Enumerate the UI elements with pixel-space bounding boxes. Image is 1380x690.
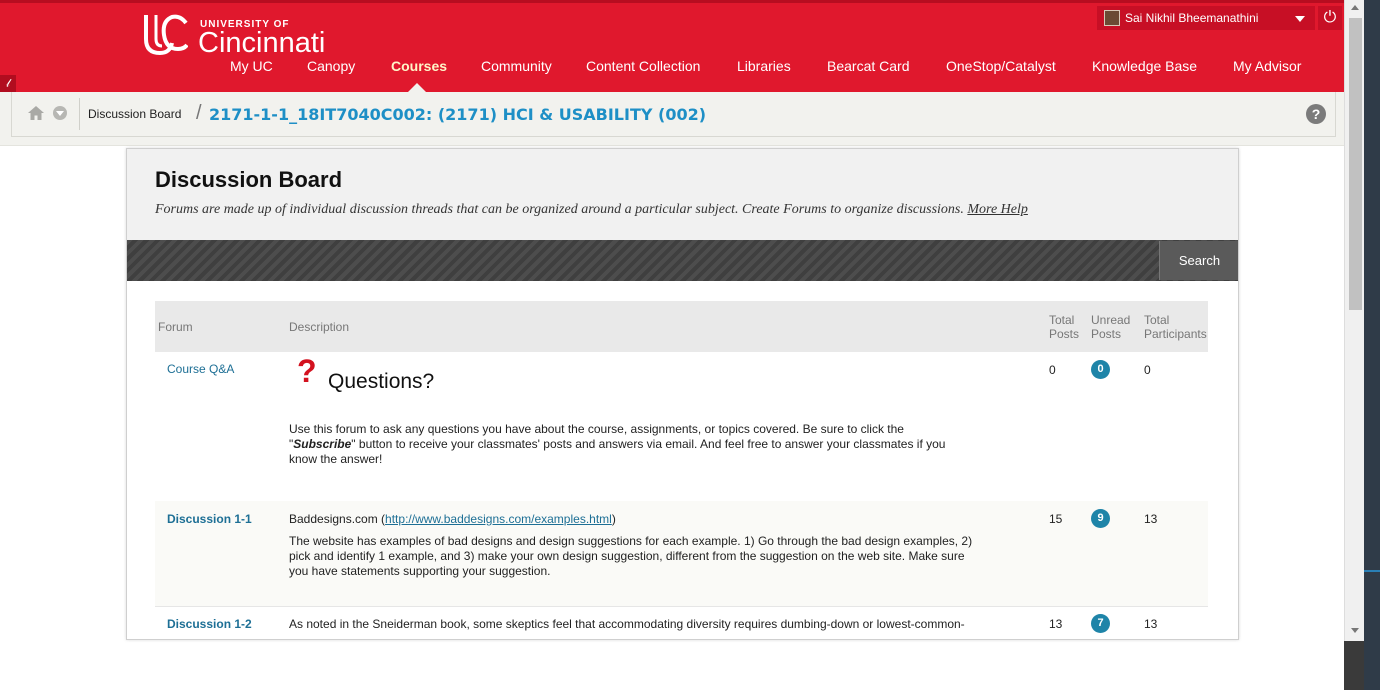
col-description: Description xyxy=(289,320,350,334)
table-row: Discussion 1-1 Baddesigns.com (http://ww… xyxy=(155,501,1208,607)
page-description-text: Forums are made up of individual discuss… xyxy=(155,202,964,217)
questions-heading: ? Questions? xyxy=(289,353,1039,410)
action-bar xyxy=(127,240,1238,281)
breadcrumb-course-title[interactable]: 2171-1-1_18IT7040C002: (2171) HCI & USAB… xyxy=(209,105,706,124)
total-posts: 0 xyxy=(1049,363,1056,377)
breadcrumb-separator: / xyxy=(196,102,202,124)
logo-cincinnati: Cincinnati xyxy=(198,27,326,59)
col-total-posts-line2[interactable]: Posts xyxy=(1049,327,1079,341)
nav-my-uc[interactable]: My UC xyxy=(230,58,273,74)
breadcrumb: Discussion Board / 2171-1-1_18IT7040C002… xyxy=(11,92,1336,137)
page-header: Discussion Board Forums are made up of i… xyxy=(127,149,1238,240)
scrollbar-thumb[interactable] xyxy=(1349,18,1362,310)
nav-community[interactable]: Community xyxy=(481,58,552,74)
description-line: pick and identify 1 example, and 3) make… xyxy=(289,549,965,563)
unread-posts-badge[interactable]: 9 xyxy=(1091,509,1110,528)
nav-bearcat-card[interactable]: Bearcat Card xyxy=(827,58,909,74)
total-participants: 13 xyxy=(1144,617,1158,631)
nav-libraries[interactable]: Libraries xyxy=(737,58,791,74)
chevron-down-icon[interactable] xyxy=(1295,16,1305,22)
breadcrumb-discussion-board[interactable]: Discussion Board xyxy=(88,107,181,121)
subscribe-emphasis: Subscribe xyxy=(293,437,352,451)
user-name: Sai Nikhil Bheemanathini xyxy=(1125,11,1259,25)
forum-description: As noted in the Sneiderman book, some sk… xyxy=(289,617,1039,632)
breadcrumb-bar: Discussion Board / 2171-1-1_18IT7040C002… xyxy=(0,92,1344,146)
desktop-edge xyxy=(1364,0,1380,690)
nav-knowledge-base[interactable]: Knowledge Base xyxy=(1092,58,1197,74)
description-fragment: ) xyxy=(611,512,616,526)
col-total-participants-line1[interactable]: Total xyxy=(1144,313,1169,327)
page-description: Forums are made up of individual discuss… xyxy=(155,202,1028,218)
user-menu[interactable]: Sai Nikhil Bheemanathini xyxy=(1097,6,1315,30)
breadcrumb-menu-chevron-icon[interactable] xyxy=(53,106,67,120)
total-posts: 15 xyxy=(1049,512,1063,526)
unread-posts-badge[interactable]: 7 xyxy=(1091,614,1110,633)
search-button[interactable]: Search xyxy=(1159,241,1238,280)
window-edge xyxy=(1344,641,1364,690)
description-fragment: Baddesigns.com ( xyxy=(289,512,386,526)
description-line: know the answer! xyxy=(289,452,383,466)
description-line: The website has examples of bad designs … xyxy=(289,534,973,548)
description-line: Baddesigns.com (http://www.baddesigns.co… xyxy=(289,512,1039,527)
link-pin-icon[interactable]: 𝓁 xyxy=(0,75,16,93)
baddesigns-link[interactable]: http://www.baddesigns.com/examples.html xyxy=(385,512,612,526)
help-icon[interactable]: ? xyxy=(1306,104,1326,124)
more-help-link[interactable]: More Help xyxy=(967,202,1028,217)
vertical-scrollbar[interactable] xyxy=(1344,0,1365,641)
nav-my-advisor[interactable]: My Advisor xyxy=(1233,58,1301,74)
table-row: Discussion 1-2 As noted in the Sneiderma… xyxy=(155,606,1208,639)
power-logout-icon[interactable]: ⏻ xyxy=(1318,6,1342,30)
table-row: Course Q&A ? Questions? Use this forum t… xyxy=(155,352,1208,502)
description-line: you have statements supporting your sugg… xyxy=(289,564,551,578)
total-participants: 13 xyxy=(1144,512,1158,526)
col-total-participants-line2[interactable]: Participants xyxy=(1144,327,1207,341)
uc-logo-mark-icon xyxy=(144,14,188,56)
description-line: Use this forum to ask any questions you … xyxy=(289,422,904,436)
question-mark-icon: ? xyxy=(297,353,317,389)
description-line: "Subscribe" button to receive your class… xyxy=(289,437,1039,452)
divider xyxy=(1364,570,1380,572)
col-forum[interactable]: Forum xyxy=(158,320,193,334)
forum-description: ? Questions? Use this forum to ask any q… xyxy=(289,353,1039,467)
avatar xyxy=(1104,10,1120,26)
university-logo[interactable]: UNIVERSITY OF Cincinnati xyxy=(142,11,342,61)
scroll-up-arrow-icon[interactable] xyxy=(1351,5,1359,10)
content-panel: Discussion Board Forums are made up of i… xyxy=(126,148,1239,640)
nav-courses[interactable]: Courses xyxy=(391,58,447,74)
unread-posts-badge[interactable]: 0 xyxy=(1091,360,1110,379)
divider xyxy=(79,98,80,130)
forum-link[interactable]: Course Q&A xyxy=(167,362,234,376)
forum-link[interactable]: Discussion 1-1 xyxy=(167,512,252,526)
nav-canopy[interactable]: Canopy xyxy=(307,58,355,74)
table-header: Forum Description Total Posts Unread Pos… xyxy=(155,301,1208,352)
description-line: As noted in the Sneiderman book, some sk… xyxy=(289,617,965,631)
total-posts: 13 xyxy=(1049,617,1063,631)
home-icon[interactable] xyxy=(28,106,44,120)
page-title: Discussion Board xyxy=(155,167,343,192)
nav-content-collection[interactable]: Content Collection xyxy=(586,58,700,74)
scroll-down-arrow-icon[interactable] xyxy=(1351,628,1359,633)
description-fragment: " button to receive your classmates' pos… xyxy=(351,437,946,451)
nav-onestop-catalyst[interactable]: OneStop/Catalyst xyxy=(946,58,1056,74)
questions-title: Questions? xyxy=(328,370,435,393)
top-header: UNIVERSITY OF Cincinnati My UC Canopy Co… xyxy=(0,0,1344,93)
total-participants: 0 xyxy=(1144,363,1151,377)
forum-link[interactable]: Discussion 1-2 xyxy=(167,617,252,631)
col-unread-posts-line2[interactable]: Posts xyxy=(1091,327,1121,341)
col-total-posts-line1[interactable]: Total xyxy=(1049,313,1074,327)
forum-description: Baddesigns.com (http://www.baddesigns.co… xyxy=(289,512,1039,579)
col-unread-posts-line1[interactable]: Unread xyxy=(1091,313,1130,327)
